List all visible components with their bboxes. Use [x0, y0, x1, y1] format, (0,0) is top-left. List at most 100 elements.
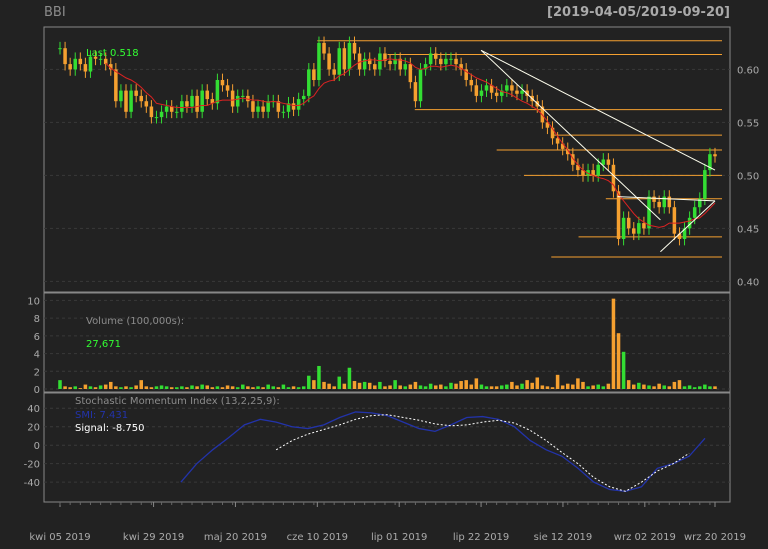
volume-bar	[677, 380, 682, 389]
candle-body	[484, 85, 489, 91]
volume-bar	[266, 384, 270, 389]
candle-body	[352, 42, 357, 54]
candle-body	[175, 111, 179, 113]
volume-bar	[109, 381, 113, 389]
candle-body	[322, 42, 326, 54]
candle-body	[449, 58, 453, 60]
volume-bar	[601, 386, 606, 389]
signal-value-label: Signal: -8.750	[75, 423, 145, 434]
candle-body	[220, 80, 225, 86]
volume-bar	[205, 385, 210, 389]
candle-body	[555, 138, 560, 144]
volume-bar	[291, 386, 296, 389]
volume-bar	[63, 386, 67, 389]
candle-body	[301, 95, 306, 100]
volume-bar	[586, 386, 590, 389]
volume-bar	[373, 385, 377, 389]
candle-body	[291, 103, 296, 110]
volume-bar	[459, 381, 463, 389]
candle-body	[73, 58, 77, 70]
volume-bar	[484, 386, 489, 389]
volume-bar	[159, 385, 164, 389]
volume-bar	[149, 387, 154, 389]
x-tick-label: wrz 02 2019	[614, 532, 676, 543]
volume-bar	[281, 384, 286, 389]
volume-bar	[114, 386, 118, 389]
candle-body	[83, 64, 88, 72]
candle-body	[337, 48, 342, 75]
candle-body	[373, 64, 377, 70]
volume-bar	[703, 384, 707, 389]
candle-body	[129, 90, 133, 112]
candle-body	[403, 64, 408, 70]
volume-bar	[307, 375, 311, 389]
volume-bar	[428, 383, 433, 389]
volume-bar	[144, 386, 149, 389]
x-tick-label: maj 20 2019	[204, 532, 267, 543]
smi-panel	[43, 392, 731, 503]
volume-bar	[489, 386, 494, 389]
volume-tick-label: 6	[34, 332, 40, 343]
candle-body	[601, 159, 606, 165]
volume-bar	[631, 384, 636, 389]
volume-bar	[83, 384, 88, 389]
candle-body	[433, 53, 438, 59]
volume-bar	[68, 387, 72, 389]
candle-body	[169, 106, 174, 112]
candle-body	[261, 106, 265, 112]
volume-bar	[626, 380, 631, 389]
candle-body	[190, 95, 194, 107]
volume-bar	[124, 386, 128, 389]
volume-bar	[225, 385, 230, 389]
candle-body	[312, 69, 316, 80]
candle-body	[637, 223, 641, 234]
price-tick-label: 0.50	[737, 171, 759, 182]
volume-bar	[560, 385, 565, 389]
volume-bar	[571, 384, 575, 389]
volume-bar	[362, 381, 367, 389]
candle-body	[657, 201, 661, 208]
volume-bar	[647, 385, 651, 389]
volume-bar	[296, 387, 301, 389]
candle-body	[439, 58, 443, 65]
volume-bar	[220, 387, 225, 389]
volume-bar	[58, 380, 62, 389]
volume-bar	[596, 384, 600, 389]
volume-bar	[78, 388, 83, 389]
smi-tick-label: 40	[27, 404, 40, 415]
volume-bar	[418, 385, 423, 389]
volume-bar	[621, 351, 626, 389]
volume-bar	[169, 387, 174, 389]
candle-body	[626, 217, 631, 229]
volume-bar	[464, 380, 468, 389]
volume-bar	[667, 386, 672, 389]
volume-title: Volume (100,000s):	[86, 316, 184, 327]
x-tick-label: cze 10 2019	[287, 532, 348, 543]
x-tick-label: lip 22 2019	[453, 532, 509, 543]
volume-bar	[271, 386, 276, 389]
candle-body	[606, 159, 611, 165]
volume-bar	[535, 377, 540, 389]
candle-body	[159, 111, 164, 118]
candle-body	[474, 85, 479, 96]
volume-bar	[494, 386, 499, 389]
x-tick-label: kwi 05 2019	[29, 532, 90, 543]
volume-bar	[317, 365, 321, 389]
candle-body	[332, 69, 336, 75]
candle-body	[616, 191, 621, 239]
volume-bar	[581, 381, 585, 389]
volume-bar	[139, 380, 144, 389]
candle-body	[307, 69, 311, 96]
volume-bar	[657, 383, 661, 389]
volume-bar	[73, 386, 77, 389]
candle-body	[642, 223, 646, 229]
volume-bar	[555, 374, 560, 389]
volume-bar	[246, 386, 250, 389]
volume-bar	[256, 386, 260, 389]
candle-body	[241, 95, 245, 97]
volume-bar	[637, 382, 641, 389]
candle-body	[378, 53, 382, 70]
candle-body	[672, 207, 677, 234]
candle-body	[520, 90, 524, 94]
candle-body	[418, 69, 423, 102]
